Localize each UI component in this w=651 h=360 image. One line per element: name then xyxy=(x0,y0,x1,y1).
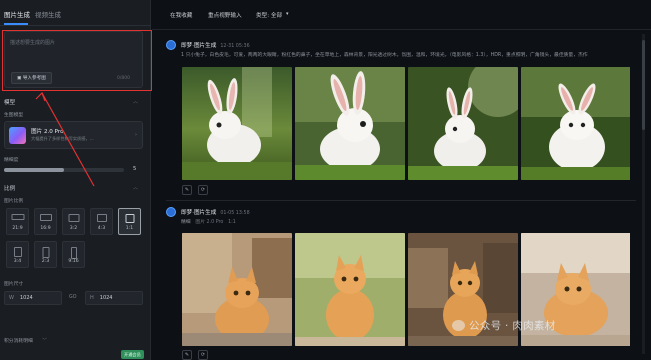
entry-title: 即梦·图片生成 01-05 13:58 xyxy=(181,210,250,216)
tab-video-generation[interactable]: 视频生成 xyxy=(35,9,61,19)
ratio-section-title: 比例 xyxy=(4,186,16,192)
height-input[interactable]: H 1024 xyxy=(85,291,143,305)
avatar xyxy=(166,40,176,50)
width-key: W xyxy=(9,295,14,301)
rabbit-image-3[interactable] xyxy=(408,67,518,180)
chevron-down-icon[interactable]: ▾ xyxy=(286,11,289,17)
ratio-option-3-2[interactable]: 3:2 xyxy=(62,208,85,235)
model-section-title: 模型 xyxy=(4,100,16,106)
membership-badge[interactable]: 开通会员 xyxy=(121,350,144,359)
cat-image-2[interactable] xyxy=(295,233,405,346)
nav-item-type-filter[interactable]: 类型: 全部 xyxy=(256,11,282,19)
entry-divider xyxy=(166,200,636,201)
tab-image-generation[interactable]: 图片生成 xyxy=(4,9,30,19)
ratio-option-2-3[interactable]: 2:3 xyxy=(34,241,57,268)
nav-item-favorites[interactable]: 在我收藏 xyxy=(170,11,192,19)
model-selector[interactable]: 图片 2.0 Pro 大幅提升了多样性和写实质感，… › xyxy=(4,121,143,149)
size-label: 图片尺寸 xyxy=(4,282,24,287)
ratio-shape-icon xyxy=(70,247,77,259)
wechat-icon xyxy=(452,320,465,331)
entry-time: 01-05 13:58 xyxy=(220,211,250,216)
edit-icon[interactable]: ✎ xyxy=(182,185,192,195)
edit-icon[interactable]: ✎ xyxy=(182,350,192,360)
entry-title: 即梦·图片生成 12-31 05:36 xyxy=(181,43,250,49)
rabbit-image-1[interactable] xyxy=(182,67,292,180)
chevron-down-icon[interactable]: ﹀ xyxy=(42,337,47,344)
ratio-shape-icon xyxy=(68,214,79,222)
size-link-label[interactable]: GO xyxy=(69,295,77,300)
model-logo-icon xyxy=(9,127,26,144)
chevron-up-icon[interactable]: ︿ xyxy=(133,98,138,105)
avatar xyxy=(166,207,176,217)
import-reference-button[interactable]: ▣ 导入参考图 xyxy=(11,72,52,84)
regenerate-icon[interactable]: ⟳ xyxy=(198,350,208,360)
model-name: 图片 2.0 Pro xyxy=(31,129,64,135)
rabbit-image-4[interactable] xyxy=(521,67,630,180)
chevron-up-icon[interactable]: ︿ xyxy=(133,184,138,191)
regenerate-icon[interactable]: ⟳ xyxy=(198,185,208,195)
active-tab-indicator xyxy=(4,23,28,25)
ratio-option-3-4[interactable]: 3:4 xyxy=(6,241,29,268)
ratio-shape-icon xyxy=(13,247,22,257)
cat-image-1[interactable] xyxy=(182,233,292,346)
scrollbar-thumb[interactable] xyxy=(642,40,645,130)
quality-label: 精细度 xyxy=(4,158,19,163)
app-window: 图片生成 视频生成 描述想要生成的图片 ▣ 导入参考图 0/800 模型 ︿ 生… xyxy=(0,0,651,360)
ratio-option-label: 3:4 xyxy=(13,259,22,264)
model-sub-label: 生图模型 xyxy=(4,113,24,118)
ratio-shape-icon xyxy=(96,214,107,222)
ratio-shape-icon xyxy=(11,214,24,220)
width-input[interactable]: W 1024 xyxy=(4,291,62,305)
quality-value: 5 xyxy=(133,166,137,172)
top-nav: 在我收藏 重点视野输入 类型: 全部 ▾ xyxy=(152,0,651,30)
width-value: 1024 xyxy=(19,295,33,301)
ratio-option-9-16[interactable]: 9:16 xyxy=(62,241,85,268)
nav-item-input[interactable]: 重点视野输入 xyxy=(208,11,242,19)
height-key: H xyxy=(90,295,94,301)
ratio-shape-icon xyxy=(39,214,52,221)
entry-prompt: 1 只小兔子，白色皮毛，可爱，两两的大眼睛，粉红色的鼻子，坐在草地上，森林背景，… xyxy=(181,53,588,58)
ratio-option-label: 1:1 xyxy=(125,226,134,231)
chevron-right-icon: › xyxy=(135,132,137,138)
ratio-option-label: 16:9 xyxy=(40,226,51,231)
entry-time: 12-31 05:36 xyxy=(220,44,250,49)
image-grid-rabbits xyxy=(182,67,630,180)
mode-tabs: 图片生成 视频生成 xyxy=(0,0,151,26)
quality-slider[interactable] xyxy=(4,168,124,172)
model-description: 大幅提升了多样性和写实质感，… xyxy=(31,136,94,141)
ratio-option-label: 9:16 xyxy=(68,259,79,264)
prompt-input[interactable]: 描述想要生成的图片 ▣ 导入参考图 0/800 xyxy=(4,31,143,88)
quality-slider-fill xyxy=(4,168,64,172)
rabbit-image-2[interactable] xyxy=(295,67,405,180)
left-panel: 图片生成 视频生成 描述想要生成的图片 ▣ 导入参考图 0/800 模型 ︿ 生… xyxy=(0,0,151,360)
entry-meta: 精细 图片 2.0 Pro 1:1 xyxy=(181,220,236,225)
ratio-shape-icon xyxy=(125,214,134,223)
ratio-option-label: 4:3 xyxy=(97,226,106,231)
ratio-sub-label: 图片比例 xyxy=(4,199,24,204)
import-reference-label: 导入参考图 xyxy=(22,76,46,81)
height-value: 1024 xyxy=(99,295,113,301)
image-grid-cats xyxy=(182,233,630,346)
ratio-option-16-9[interactable]: 16:9 xyxy=(34,208,57,235)
ratio-option-label: 2:3 xyxy=(41,259,50,264)
ratio-shape-icon xyxy=(42,247,49,258)
ratio-option-label: 3:2 xyxy=(69,226,78,231)
ratio-option-label: 21:9 xyxy=(12,226,23,231)
char-counter: 0/800 xyxy=(117,76,130,81)
ratio-option-1-1[interactable]: 1:1 xyxy=(118,208,141,235)
ratio-option-21-9[interactable]: 21:9 xyxy=(6,208,29,235)
watermark: 公众号 · 肉肉素材 xyxy=(452,318,556,333)
prompt-placeholder: 描述想要生成的图片 xyxy=(10,40,56,46)
credit-details-label[interactable]: 积分消耗明细 xyxy=(4,337,33,344)
ratio-option-4-3[interactable]: 4:3 xyxy=(90,208,113,235)
